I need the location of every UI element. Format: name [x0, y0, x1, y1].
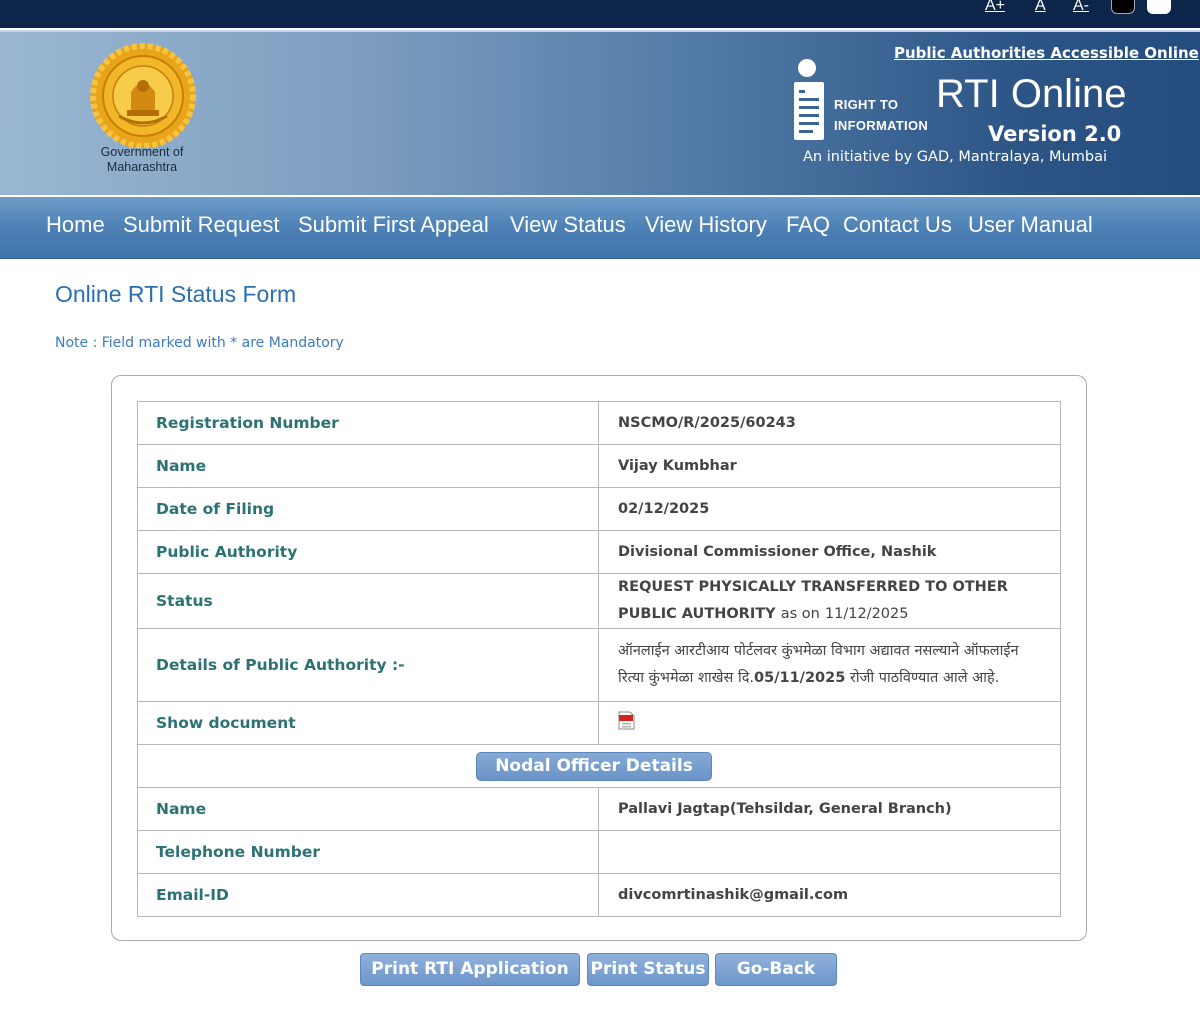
status-as-on-date: 11/12/2025 — [824, 606, 909, 622]
contrast-dark-icon[interactable] — [1111, 0, 1135, 14]
table-row: Show document — [137, 701, 1061, 745]
date-of-filing-label: Date of Filing — [137, 487, 599, 531]
mandatory-note: Note : Field marked with * are Mandatory — [55, 335, 344, 351]
show-document-value — [598, 701, 1061, 745]
site-header: Government of Maharashtra Public Authori… — [0, 30, 1200, 195]
status-value: REQUEST PHYSICALLY TRANSFERRED TO OTHER … — [598, 573, 1061, 629]
table-row: Name Pallavi Jagtap(Tehsildar, General B… — [137, 787, 1061, 831]
nodal-name-value: Pallavi Jagtap(Tehsildar, General Branch… — [598, 787, 1061, 831]
site-initiative: An initiative by GAD, Mantralaya, Mumbai — [803, 149, 1107, 165]
accessibility-bar: A+ A A- — [0, 0, 1200, 28]
public-authority-label: Public Authority — [137, 530, 599, 574]
site-title: RTI Online — [936, 72, 1127, 116]
nav-submit-first-appeal[interactable]: Submit First Appeal — [298, 212, 489, 238]
table-row: Date of Filing 02/12/2025 — [137, 487, 1061, 531]
nodal-name-label: Name — [137, 787, 599, 831]
nav-faq[interactable]: FAQ — [786, 212, 830, 238]
nav-contact-us[interactable]: Contact Us — [843, 212, 952, 238]
nav-user-manual[interactable]: User Manual — [968, 212, 1093, 238]
applicant-name-value: Vijay Kumbhar — [598, 444, 1061, 488]
main-navigation: Home Submit Request Submit First Appeal … — [0, 197, 1200, 259]
government-of-maharashtra-label: Government of Maharashtra — [100, 145, 184, 174]
table-row: Telephone Number — [137, 830, 1061, 874]
nav-view-history[interactable]: View History — [645, 212, 767, 238]
font-increase-link[interactable]: A+ — [985, 0, 1005, 15]
site-version: Version 2.0 — [988, 122, 1122, 146]
nodal-telephone-label: Telephone Number — [137, 830, 599, 874]
right-to-information-label: RIGHT TO INFORMATION — [834, 97, 929, 133]
details-text-part2: रोजी पाठविण्यात आले आहे. — [845, 670, 1000, 686]
public-authority-value: Divisional Commissioner Office, Nashik — [598, 530, 1061, 574]
print-rti-application-button[interactable]: Print RTI Application — [360, 953, 580, 986]
nodal-telephone-value — [598, 830, 1061, 874]
font-normal-link[interactable]: A — [1035, 0, 1046, 15]
nodal-officer-header-cell: Nodal Officer Details — [137, 744, 1061, 788]
registration-number-value: NSCMO/R/2025/60243 — [598, 401, 1061, 445]
status-label: Status — [137, 573, 599, 629]
status-as-on-label: as on — [780, 606, 820, 622]
nodal-email-value: divcomrtinashik@gmail.com — [598, 873, 1061, 917]
table-row: Status REQUEST PHYSICALLY TRANSFERRED TO… — [137, 573, 1061, 629]
nav-submit-request[interactable]: Submit Request — [123, 212, 280, 238]
go-back-button[interactable]: Go-Back — [715, 953, 837, 986]
nav-home[interactable]: Home — [46, 212, 105, 238]
nodal-officer-details-header: Nodal Officer Details — [476, 751, 712, 781]
table-row: Public Authority Divisional Commissioner… — [137, 530, 1061, 574]
right-to-information-logo-icon — [794, 59, 824, 140]
font-decrease-link[interactable]: A- — [1073, 0, 1089, 15]
details-of-public-authority-label: Details of Public Authority :- — [137, 628, 599, 702]
public-authorities-online-link[interactable]: Public Authorities Accessible Online — [894, 44, 1199, 62]
details-of-public-authority-value: ऑनलाईन आरटीआय पोर्टलवर कुंभमेळा विभाग अद… — [598, 628, 1061, 702]
table-row: Nodal Officer Details — [137, 744, 1061, 788]
nodal-email-label: Email-ID — [137, 873, 599, 917]
nav-view-status[interactable]: View Status — [510, 212, 626, 238]
table-row: Registration Number NSCMO/R/2025/60243 — [137, 401, 1061, 445]
page-title: Online RTI Status Form — [55, 281, 297, 307]
pdf-document-icon[interactable] — [618, 711, 635, 730]
maharashtra-emblem-icon — [90, 43, 196, 148]
print-status-button[interactable]: Print Status — [587, 953, 709, 986]
date-of-filing-value: 02/12/2025 — [598, 487, 1061, 531]
applicant-name-label: Name — [137, 444, 599, 488]
details-date: 05/11/2025 — [754, 670, 846, 686]
table-row: Details of Public Authority :- ऑनलाईन आर… — [137, 628, 1061, 702]
table-row: Name Vijay Kumbhar — [137, 444, 1061, 488]
registration-number-label: Registration Number — [137, 401, 599, 445]
show-document-label: Show document — [137, 701, 599, 745]
table-row: Email-ID divcomrtinashik@gmail.com — [137, 873, 1061, 917]
status-table: Registration Number NSCMO/R/2025/60243 N… — [137, 401, 1061, 917]
contrast-light-icon[interactable] — [1147, 0, 1171, 14]
